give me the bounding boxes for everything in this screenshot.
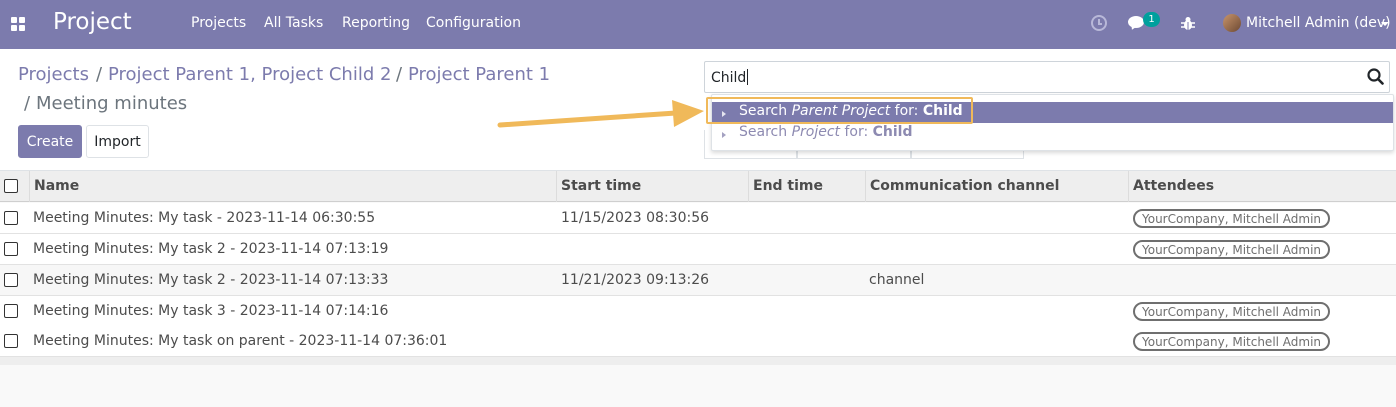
attendees-tag: YourCompany, Mitchell Admin bbox=[1133, 240, 1331, 259]
table-row[interactable]: Meeting Minutes: My task 2 - 2023-11-14 … bbox=[0, 234, 1396, 265]
apps-grid-icon[interactable] bbox=[11, 17, 25, 31]
suggestion-term: Child bbox=[872, 124, 913, 140]
import-button[interactable]: Import bbox=[86, 125, 149, 158]
chevron-down-icon[interactable] bbox=[1381, 22, 1389, 26]
annotation-highlight-box bbox=[706, 97, 973, 124]
column-header-communication-channel[interactable]: Communication channel bbox=[865, 171, 1129, 202]
menu-all-tasks[interactable]: All Tasks bbox=[264, 15, 323, 31]
breadcrumb-separator: / bbox=[396, 64, 403, 85]
breadcrumb-current: Meeting minutes bbox=[36, 93, 188, 114]
row-name: Meeting Minutes: My task 2 - 2023-11-14 … bbox=[33, 241, 389, 257]
search-input-value: Child bbox=[711, 70, 747, 86]
column-header-end-time[interactable]: End time bbox=[748, 171, 866, 202]
row-name: Meeting Minutes: My task 3 - 2023-11-14 … bbox=[33, 303, 389, 319]
menu-projects[interactable]: Projects bbox=[191, 15, 246, 31]
bug-icon[interactable] bbox=[1181, 16, 1195, 31]
search-input[interactable]: Child bbox=[704, 61, 1390, 93]
row-name: Meeting Minutes: My task on parent - 202… bbox=[33, 333, 448, 349]
row-checkbox[interactable] bbox=[4, 242, 18, 256]
list-footer bbox=[0, 357, 1396, 365]
suggestion-prefix: Search bbox=[739, 124, 792, 140]
table-row[interactable]: Meeting Minutes: My task 3 - 2023-11-14 … bbox=[0, 296, 1396, 327]
top-navbar: Project Projects All Tasks Reporting Con… bbox=[0, 0, 1396, 49]
chat-badge: 1 bbox=[1143, 12, 1160, 27]
select-all-checkbox[interactable] bbox=[4, 179, 18, 193]
suggestion-field: Project bbox=[791, 124, 841, 140]
table-header: Name Start time End time Communication c… bbox=[0, 171, 1396, 202]
row-name: Meeting Minutes: My task - 2023-11-14 06… bbox=[33, 210, 376, 226]
search-icon[interactable] bbox=[1367, 68, 1384, 85]
text-caret bbox=[747, 69, 749, 85]
row-channel: channel bbox=[869, 272, 925, 288]
row-start-time: 11/21/2023 09:13:26 bbox=[561, 272, 710, 288]
breadcrumb-projects[interactable]: Projects bbox=[18, 64, 89, 85]
chat-icon[interactable] bbox=[1128, 16, 1144, 28]
app-title: Project bbox=[53, 9, 132, 35]
annotation-arrow bbox=[497, 100, 704, 128]
clock-icon[interactable] bbox=[1091, 15, 1107, 31]
row-checkbox[interactable] bbox=[4, 304, 18, 318]
column-header-name[interactable]: Name bbox=[29, 171, 557, 202]
attendees-tag: YourCompany, Mitchell Admin bbox=[1133, 302, 1331, 321]
column-header-attendees[interactable]: Attendees bbox=[1128, 171, 1396, 202]
caret-right-icon bbox=[722, 132, 726, 138]
user-name[interactable]: Mitchell Admin (dev) bbox=[1246, 15, 1391, 31]
row-name: Meeting Minutes: My task 2 - 2023-11-14 … bbox=[33, 272, 389, 288]
avatar[interactable] bbox=[1223, 14, 1241, 32]
menu-configuration[interactable]: Configuration bbox=[426, 15, 521, 31]
column-header-start-time[interactable]: Start time bbox=[556, 171, 749, 202]
row-checkbox[interactable] bbox=[4, 211, 18, 225]
table-row[interactable]: Meeting Minutes: My task - 2023-11-14 06… bbox=[0, 203, 1396, 234]
table-row[interactable]: Meeting Minutes: My task on parent - 202… bbox=[0, 326, 1396, 357]
breadcrumb-project-parent-child[interactable]: Project Parent 1, Project Child 2 bbox=[108, 64, 391, 85]
breadcrumb-project-parent[interactable]: Project Parent 1 bbox=[408, 64, 550, 85]
row-checkbox[interactable] bbox=[4, 334, 18, 348]
breadcrumb-separator: / bbox=[24, 93, 31, 114]
row-start-time: 11/15/2023 08:30:56 bbox=[561, 210, 710, 226]
search-suggestion-project[interactable]: Search Project for: Child bbox=[712, 123, 1393, 144]
row-checkbox[interactable] bbox=[4, 273, 18, 287]
attendees-tag: YourCompany, Mitchell Admin bbox=[1133, 332, 1331, 351]
table-row[interactable]: Meeting Minutes: My task 2 - 2023-11-14 … bbox=[0, 265, 1396, 296]
suggestion-mid: for: bbox=[840, 124, 873, 140]
breadcrumb-separator: / bbox=[96, 64, 103, 85]
menu-reporting[interactable]: Reporting bbox=[342, 15, 410, 31]
create-button[interactable]: Create bbox=[18, 125, 82, 158]
attendees-tag: YourCompany, Mitchell Admin bbox=[1133, 209, 1331, 228]
